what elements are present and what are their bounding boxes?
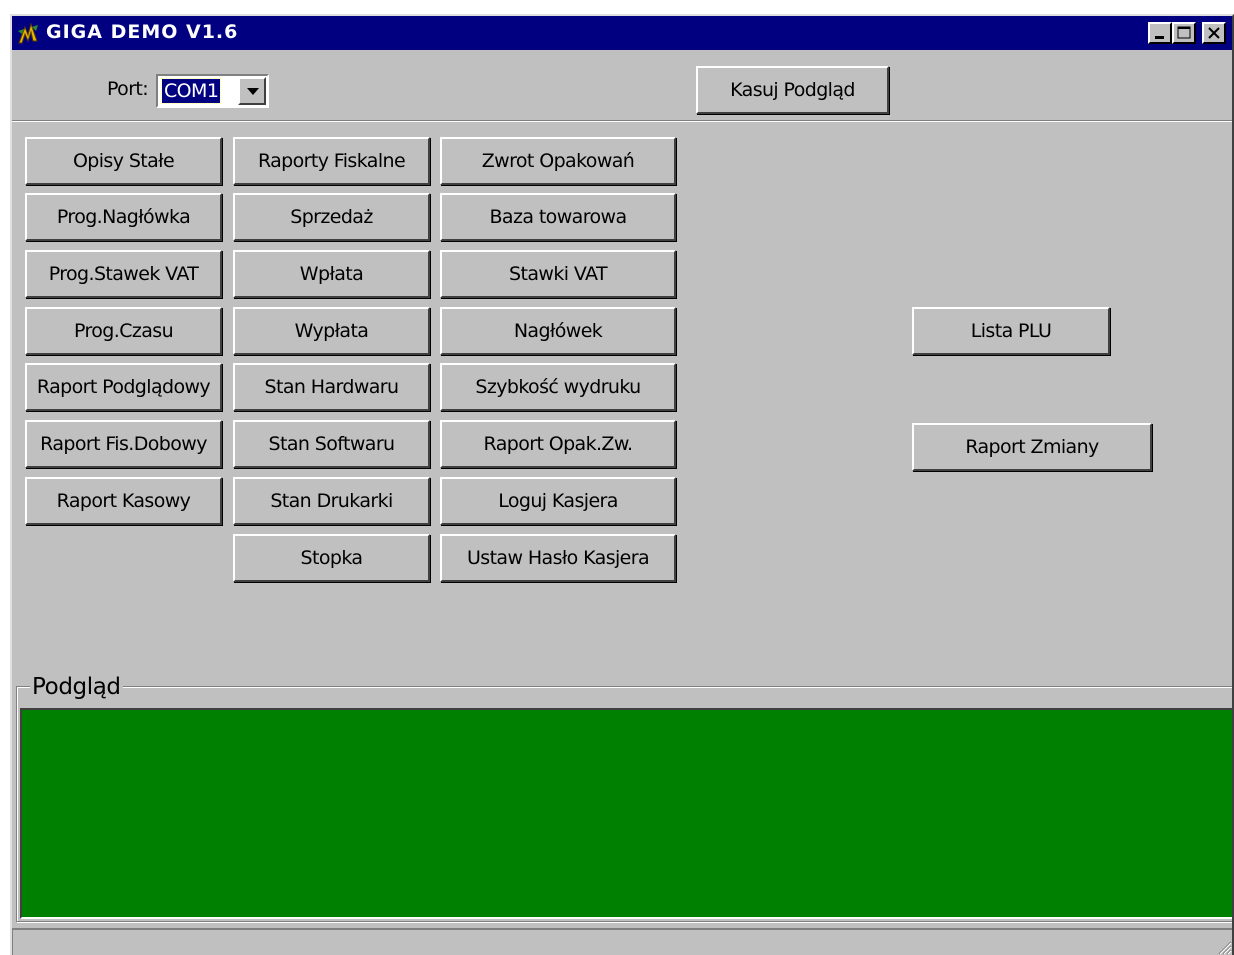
packaging-return-button[interactable]: Zwrot Opakowań xyxy=(440,137,676,185)
window-title: GIGA DEMO V1.6 xyxy=(46,21,239,43)
software-status-button[interactable]: Stan Softwaru xyxy=(233,420,430,468)
port-dropdown-button[interactable] xyxy=(238,77,266,105)
sale-button[interactable]: Sprzedaż xyxy=(233,193,430,241)
product-database-button[interactable]: Baza towarowa xyxy=(440,193,676,241)
deposit-button[interactable]: Wpłata xyxy=(233,250,430,298)
maximize-icon xyxy=(1177,26,1191,39)
minimize-icon xyxy=(1155,36,1164,39)
printer-status-button[interactable]: Stan Drukarki xyxy=(233,477,430,525)
clear-preview-button[interactable]: Kasuj Podgląd xyxy=(696,66,889,114)
daily-fiscal-report-button[interactable]: Raport Fis.Dobowy xyxy=(25,420,222,468)
fixed-descriptions-button[interactable]: Opisy Stałe xyxy=(25,137,222,185)
minimize-button[interactable] xyxy=(1148,22,1172,44)
port-select[interactable]: COM1 xyxy=(156,74,269,108)
cashier-login-button[interactable]: Loguj Kasjera xyxy=(440,477,676,525)
footer-button[interactable]: Stopka xyxy=(233,534,430,582)
port-select-value[interactable]: COM1 xyxy=(160,78,222,104)
chevron-down-icon xyxy=(247,88,259,95)
vat-rates-button[interactable]: Stawki VAT xyxy=(440,250,676,298)
preview-report-button[interactable]: Raport Podglądowy xyxy=(25,363,222,411)
preview-area[interactable] xyxy=(20,708,1232,919)
title-bar[interactable]: GIGA DEMO V1.6 xyxy=(12,16,1232,50)
plu-list-button[interactable]: Lista PLU xyxy=(912,307,1110,355)
close-icon xyxy=(1208,27,1220,39)
print-speed-button[interactable]: Szybkość wydruku xyxy=(440,363,676,411)
program-vat-rates-button[interactable]: Prog.Stawek VAT xyxy=(25,250,222,298)
set-cashier-password-button[interactable]: Ustaw Hasło Kasjera xyxy=(440,534,676,582)
resize-grip-icon[interactable] xyxy=(1216,939,1232,955)
packaging-return-report-button[interactable]: Raport Opak.Zw. xyxy=(440,420,676,468)
cash-report-button[interactable]: Raport Kasowy xyxy=(25,477,222,525)
toolbar-divider xyxy=(12,120,1232,122)
preview-group-label: Podgląd xyxy=(30,674,123,700)
program-header-button[interactable]: Prog.Nagłówka xyxy=(25,193,222,241)
maximize-button[interactable] xyxy=(1172,22,1196,44)
withdrawal-button[interactable]: Wypłata xyxy=(233,307,430,355)
app-icon xyxy=(18,22,38,44)
hardware-status-button[interactable]: Stan Hardwaru xyxy=(233,363,430,411)
program-time-button[interactable]: Prog.Czasu xyxy=(25,307,222,355)
app-window: GIGA DEMO V1.6 Port: COM1 Kasuj Podgląd xyxy=(10,14,1234,955)
close-button[interactable] xyxy=(1202,22,1226,44)
fiscal-reports-button[interactable]: Raporty Fiskalne xyxy=(233,137,430,185)
header-button[interactable]: Nagłówek xyxy=(440,307,676,355)
port-label: Port: xyxy=(107,78,149,100)
shift-report-button[interactable]: Raport Zmiany xyxy=(912,423,1152,471)
status-bar xyxy=(12,928,1232,955)
